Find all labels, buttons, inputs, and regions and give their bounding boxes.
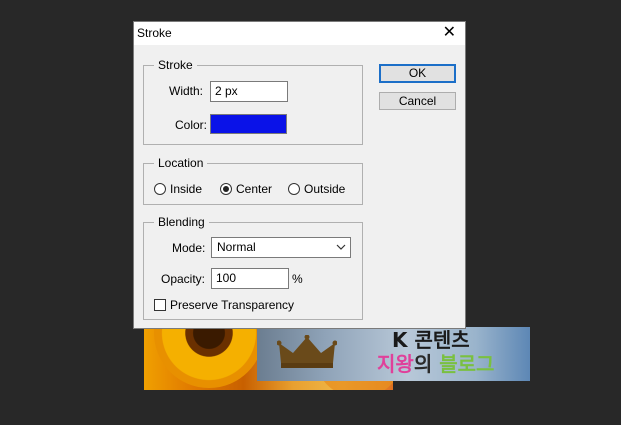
location-group-legend: Location	[154, 156, 208, 170]
preserve-transparency-checkbox[interactable]	[154, 299, 166, 311]
center-radio-label[interactable]: Center	[236, 182, 272, 196]
radio-selected-dot	[223, 186, 229, 192]
logo-subtitle-part-2: 의	[413, 352, 440, 376]
blend-mode-value: Normal	[217, 240, 256, 254]
preserve-transparency-label[interactable]: Preserve Transparency	[170, 298, 294, 312]
crown-icon	[277, 335, 337, 368]
dialog-titlebar[interactable]: Stroke ✕	[134, 22, 465, 45]
width-input[interactable]: 2 px	[210, 81, 288, 102]
outside-radio[interactable]	[288, 183, 300, 195]
dialog-title: Stroke	[137, 26, 172, 40]
logo-title-text: K 콘텐츠	[392, 328, 470, 352]
close-icon[interactable]: ✕	[443, 24, 456, 42]
inside-radio-label[interactable]: Inside	[170, 182, 202, 196]
blending-group-legend: Blending	[154, 215, 209, 229]
canvas-logo-image: K 콘텐츠 지왕의 블로그	[257, 327, 530, 381]
opacity-label: Opacity:	[161, 272, 206, 286]
mode-label: Mode:	[172, 241, 206, 255]
width-label: Width:	[169, 84, 204, 98]
stroke-dialog: Stroke ✕ Stroke Width: 2 px Color: Locat…	[133, 21, 466, 329]
logo-subtitle-part-1: 지왕	[377, 352, 414, 376]
logo-subtitle-text: 지왕의 블로그	[377, 353, 494, 375]
inside-radio[interactable]	[154, 183, 166, 195]
center-radio[interactable]	[220, 183, 232, 195]
ok-button[interactable]: OK	[379, 64, 456, 83]
blend-mode-select[interactable]: Normal	[211, 237, 351, 258]
color-label: Color:	[175, 118, 208, 132]
stroke-group-legend: Stroke	[154, 58, 197, 72]
location-group: Location Inside Center Outside	[143, 156, 363, 205]
outside-radio-label[interactable]: Outside	[304, 182, 345, 196]
logo-subtitle-part-3: 블로그	[439, 352, 495, 376]
opacity-input[interactable]: 100	[211, 268, 289, 289]
color-swatch[interactable]	[210, 114, 287, 134]
opacity-unit: %	[292, 272, 303, 286]
cancel-button[interactable]: Cancel	[379, 92, 456, 110]
chevron-down-icon	[336, 244, 346, 250]
blending-group: Blending Mode: Normal Opacity: 100 % Pre…	[143, 215, 363, 320]
stroke-group: Stroke Width: 2 px Color:	[143, 58, 363, 145]
